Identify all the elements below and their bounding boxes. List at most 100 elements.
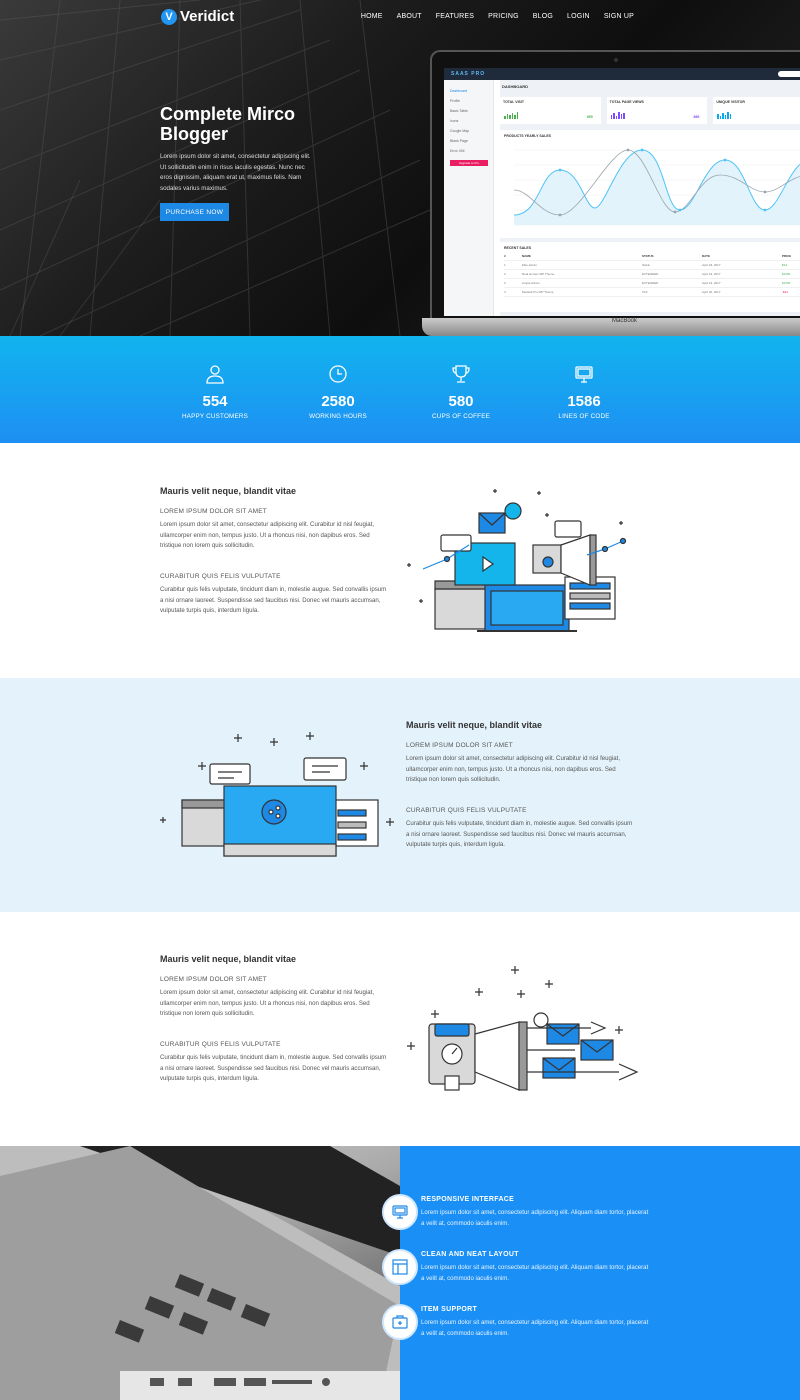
stat-lines-of-code: 1586 LINES OF CODE	[534, 364, 634, 420]
yearly-sales-chart: PRODUCTS YEARLY SALES	[500, 130, 800, 238]
feature-subtitle: LOREM IPSUM DOLOR SIT AMET	[160, 508, 267, 515]
recent-sales-table: RECENT SALES # NAME STATUS DATE PRICE 1E…	[500, 242, 800, 312]
feature-item-title: CLEAN AND NEAT LAYOUT	[421, 1251, 519, 1258]
trophy-icon	[452, 365, 470, 383]
upgrade-button: Upgrade to Pro	[450, 160, 488, 166]
feature-title: Mauris velit neque, blandit vitae	[160, 954, 297, 964]
feature-item-title: RESPONSIVE INTERFACE	[421, 1196, 515, 1203]
purchase-now-button[interactable]: PURCHASE NOW	[160, 203, 229, 221]
stat-bars	[610, 112, 625, 119]
hero-section: V Veridict HOME ABOUT FEATURES PRICING B…	[0, 0, 800, 336]
stat-value: 580	[448, 393, 474, 410]
stat-happy-customers: 554 HAPPY CUSTOMERS	[165, 364, 265, 420]
stat-label: CUPS OF COFFEE	[431, 413, 491, 420]
feature-text: Curabitur quis felis vulputate, tincidun…	[406, 820, 633, 848]
stats-section: 554 HAPPY CUSTOMERS 2580 WORKING HOURS 5…	[0, 336, 800, 443]
side-dashboard: Dashboard	[450, 89, 468, 93]
nav-login[interactable]: LOGIN	[567, 13, 590, 20]
laptop-base: MacBook	[422, 318, 800, 336]
briefcase-icon	[382, 1304, 418, 1340]
sales-row: 4 Medical Pro WP Theme TAX April 20, 2017 -$…	[504, 290, 800, 297]
side-basic-table: Basic Table	[450, 109, 468, 113]
stat-label: LINES OF CODE	[558, 413, 610, 420]
stat-label: HAPPY CUSTOMERS	[181, 413, 249, 420]
laptop-keyboard-image	[0, 1146, 400, 1400]
nav-blog[interactable]: BLOG	[533, 13, 553, 20]
feature-section-3: Mauris velit neque, blandit vitae LOREM …	[0, 912, 800, 1146]
laptop-brand: MacBook	[612, 318, 638, 324]
dashboard-logo: SAAS PRO	[451, 71, 486, 77]
side-icons: Icons	[450, 119, 459, 123]
dashboard-stat-row: TOTAL VISIT 659 TOTAL PAGE VIEWS 869 UNI…	[500, 97, 800, 124]
feature-title: Mauris velit neque, blandit vitae	[160, 486, 297, 496]
side-error: Error 404	[450, 149, 465, 153]
dashboard-main: DASHBOARD TOTAL VISIT 659 TOTAL PAGE VIE…	[500, 80, 800, 316]
stat-value: 1586	[567, 393, 601, 410]
feature-subtitle: LOREM IPSUM DOLOR SIT AMET	[160, 976, 267, 983]
stat-value: 554	[202, 393, 228, 410]
main-nav: HOME ABOUT FEATURES PRICING BLOG LOGIN S…	[361, 13, 634, 20]
sales-row: 3 Ample Admin EXTENDED April 19, 2017 $1250	[504, 281, 800, 288]
stat-unique-visitor: UNIQUE VISITOR 911	[713, 97, 800, 124]
feature-section-2: Mauris velit neque, blandit vitae LOREM …	[0, 678, 800, 912]
bottom-features-section: RESPONSIVE INTERFACE Lorem ipsum dolor s…	[0, 1146, 800, 1400]
video-marketing-illustration	[407, 489, 627, 632]
sales-row: 1 Elite admin SALE April 18, 2017 $24	[504, 263, 800, 270]
monitor-icon	[382, 1194, 418, 1230]
side-blank-page: Blank Page	[450, 139, 468, 143]
feature-title: Mauris velit neque, blandit vitae	[406, 720, 543, 730]
feature-text: Curabitur quis felis vulputate, tincidun…	[160, 1054, 387, 1082]
feature-subtitle: CURABITUR QUIS FELIS VULPUTATE	[406, 807, 527, 814]
stat-label: WORKING HOURS	[309, 413, 367, 420]
nav-about[interactable]: ABOUT	[397, 13, 422, 20]
dashboard-heading: DASHBOARD	[502, 84, 528, 89]
feature-text: Lorem ipsum dolor sit amet, consectetur …	[160, 521, 375, 549]
laptop-photo	[0, 1146, 400, 1400]
nav-pricing[interactable]: PRICING	[488, 13, 519, 20]
stat-page-views: TOTAL PAGE VIEWS 869	[606, 97, 708, 124]
features-list-panel: RESPONSIVE INTERFACE Lorem ipsum dolor s…	[382, 1146, 800, 1400]
side-google-map: Google Map	[450, 129, 470, 133]
dashboard-topbar: SAAS PRO	[444, 68, 800, 80]
brand-name: Veridict	[180, 8, 235, 25]
feature-subtitle: CURABITUR QUIS FELIS VULPUTATE	[160, 1041, 281, 1048]
stat-working-hours: 2580 WORKING HOURS	[288, 364, 388, 420]
hero-title: Complete Mirco Blogger	[160, 104, 296, 144]
laptop-mockup: SAAS PRO Dashboard Profile Basic Table I…	[422, 50, 800, 336]
media-player-illustration	[160, 732, 394, 857]
brand-logo[interactable]: V Veridict	[161, 8, 234, 25]
sales-row: 2 Real Homes WP Theme EXTENDED April 19, 20…	[504, 272, 800, 279]
nav-features[interactable]: FEATURES	[436, 13, 474, 20]
stat-cups-of-coffee: 580 CUPS OF COFFEE	[411, 364, 511, 420]
dashboard-sidebar: Dashboard Profile Basic Table Icons Goog…	[444, 80, 494, 316]
sales-header-row: # NAME STATUS DATE PRICE	[504, 254, 800, 261]
feature-subtitle: LOREM IPSUM DOLOR SIT AMET	[406, 742, 513, 749]
dashboard-screen: SAAS PRO Dashboard Profile Basic Table I…	[444, 68, 800, 316]
feature-item-title: ITEM SUPPORT	[421, 1306, 478, 1313]
side-profile: Profile	[450, 99, 460, 103]
nav-signup[interactable]: SIGN UP	[604, 13, 634, 20]
feature-subtitle: CURABITUR QUIS FELIS VULPUTATE	[160, 573, 281, 580]
dashboard-search	[778, 71, 800, 77]
feature-item-text: Lorem ipsum dolor sit amet, consectetur …	[421, 1264, 649, 1282]
logo-icon: V	[161, 8, 177, 25]
feature-text: Lorem ipsum dolor sit amet, consectetur …	[160, 989, 375, 1017]
stat-bars	[717, 112, 732, 119]
feature-section-1: Mauris velit neque, blandit vitae LOREM …	[0, 443, 800, 678]
layout-icon	[382, 1249, 418, 1285]
feature-text: Lorem ipsum dolor sit amet, consectetur …	[406, 755, 621, 783]
user-icon	[206, 365, 224, 384]
sales-line-chart	[513, 148, 800, 226]
top-navbar: V Veridict HOME ABOUT FEATURES PRICING B…	[0, 0, 800, 34]
camera-dot	[614, 58, 618, 62]
feature-item-text: Lorem ipsum dolor sit amet, consectetur …	[421, 1319, 649, 1337]
email-megaphone-illustration	[407, 966, 639, 1091]
stat-total-visit: TOTAL VISIT 659	[500, 97, 601, 124]
stat-bars	[504, 112, 518, 119]
nav-home[interactable]: HOME	[361, 13, 383, 20]
monitor-icon	[575, 366, 593, 383]
feature-text: Curabitur quis felis vulputate, tincidun…	[160, 586, 387, 614]
hero-description: Lorem ipsum dolor sit amet, consectetur …	[160, 153, 311, 192]
feature-item-text: Lorem ipsum dolor sit amet, consectetur …	[421, 1209, 649, 1227]
stat-value: 2580	[321, 393, 355, 410]
